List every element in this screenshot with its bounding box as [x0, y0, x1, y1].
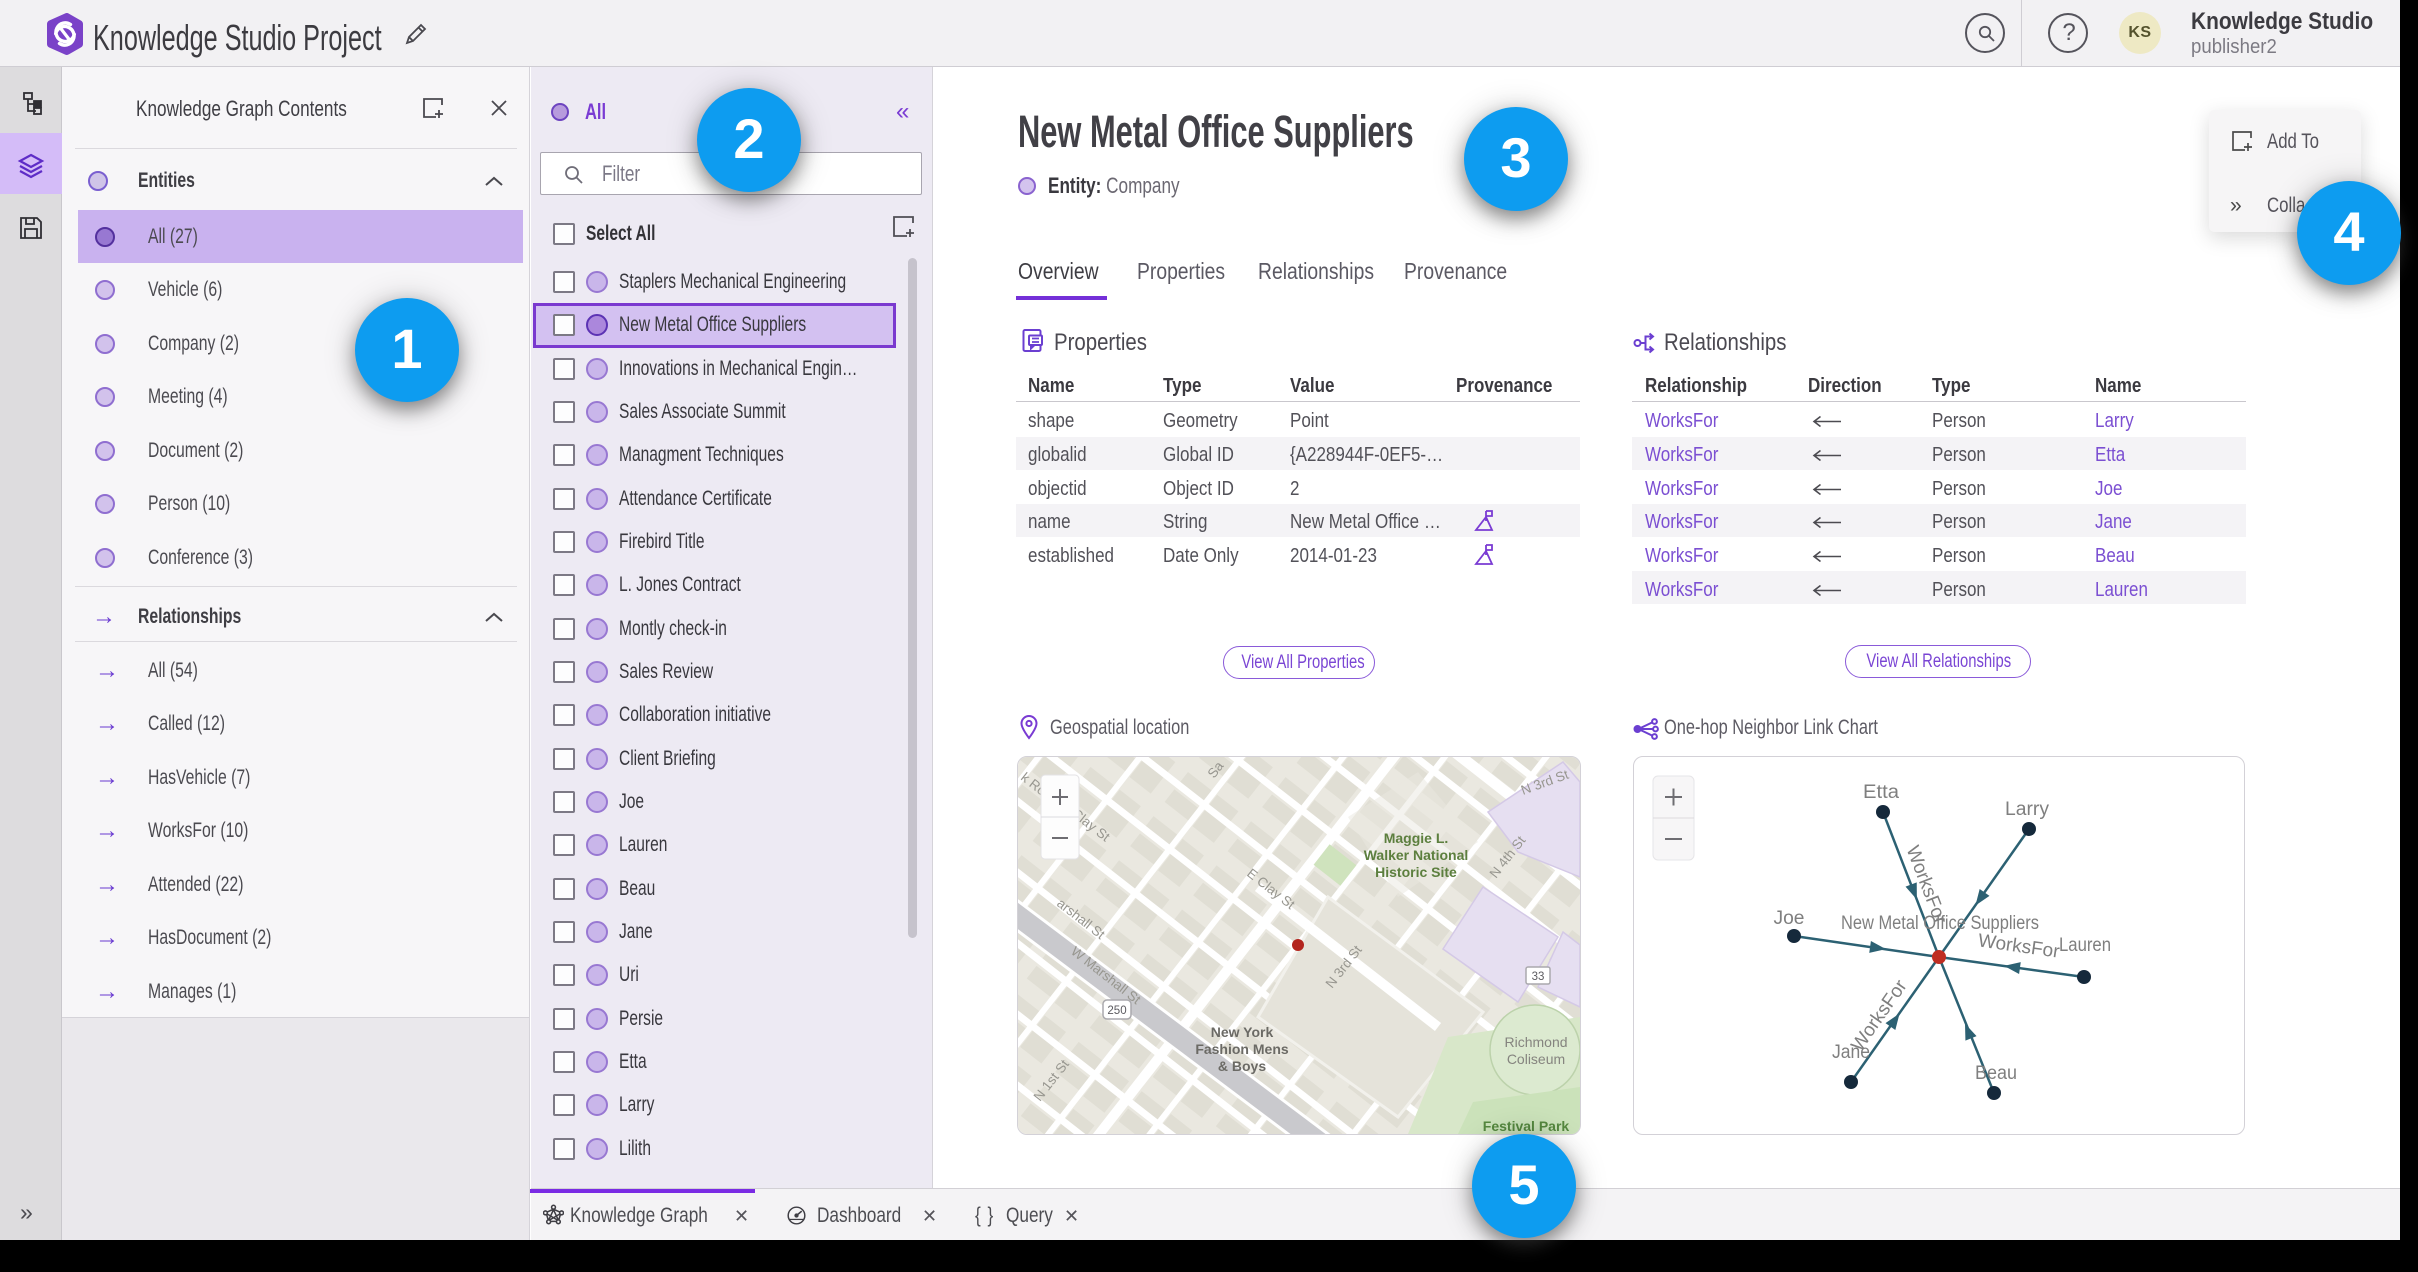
svg-text:Walker National: Walker National: [1364, 847, 1469, 863]
svg-text:Historic Site: Historic Site: [1375, 864, 1457, 880]
svg-text:WorksFor: WorksFor: [1977, 930, 2062, 962]
svg-text:& Boys: & Boys: [1218, 1058, 1266, 1074]
svg-text:Coliseum: Coliseum: [1507, 1051, 1565, 1067]
svg-text:Richmond: Richmond: [1504, 1034, 1567, 1050]
svg-text:Etta: Etta: [1863, 782, 1899, 803]
svg-text:New Metal Office Suppliers: New Metal Office Suppliers: [1841, 913, 2039, 934]
svg-text:New York: New York: [1211, 1024, 1274, 1040]
svg-text:Joe: Joe: [1774, 908, 1805, 929]
svg-text:33: 33: [1532, 971, 1545, 983]
svg-text:Larry: Larry: [2005, 799, 2049, 820]
svg-text:Maggie L.: Maggie L.: [1384, 830, 1449, 846]
svg-text:Lauren: Lauren: [2059, 935, 2111, 956]
svg-text:Jane: Jane: [1832, 1042, 1870, 1063]
svg-text:Festival Park: Festival Park: [1483, 1118, 1570, 1134]
svg-text:Beau: Beau: [1975, 1063, 2017, 1084]
svg-text:250: 250: [1107, 1005, 1126, 1017]
svg-text:Fashion Mens: Fashion Mens: [1195, 1041, 1289, 1057]
